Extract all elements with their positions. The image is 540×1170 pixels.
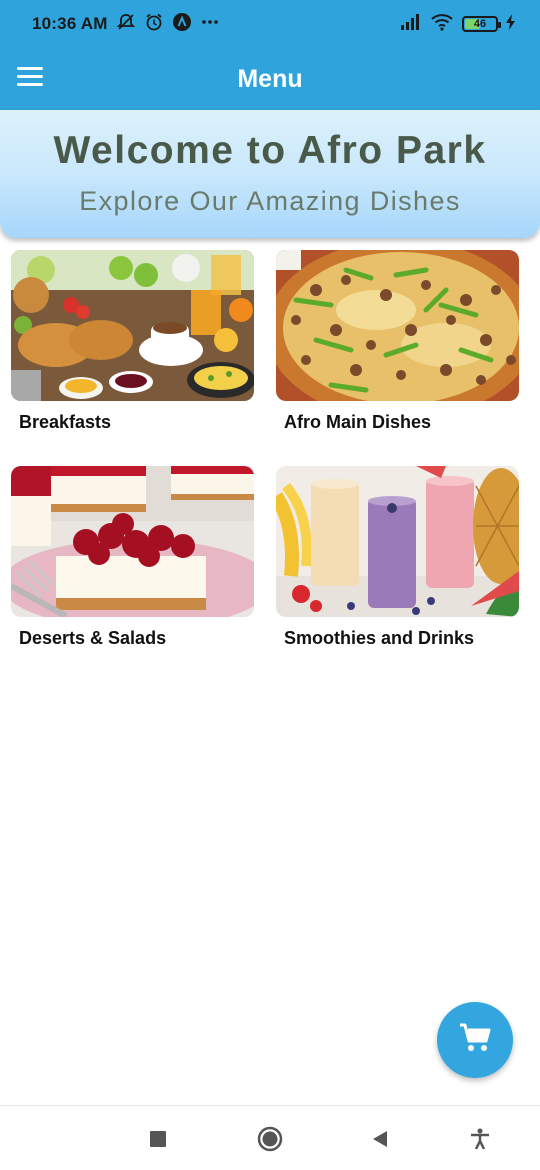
app-a-icon [172,12,192,37]
welcome-title: Welcome to Afro Park [53,129,487,172]
status-time: 10:36 AM [32,14,108,33]
cheesecake-image [11,466,254,617]
more-icon [200,12,220,37]
welcome-banner: Welcome to Afro Park Explore Our Amazing… [0,110,540,238]
category-card-afro-main-dishes[interactable]: Afro Main Dishes [276,250,519,433]
battery-icon: 46 [462,16,501,32]
welcome-subtitle: Explore Our Amazing Dishes [79,186,461,216]
battery-percent: 46 [473,18,487,30]
app-bar: Menu [0,48,540,110]
recent-apps-icon[interactable] [143,1124,173,1154]
category-label: Breakfasts [19,412,112,432]
home-icon[interactable] [255,1124,285,1154]
charging-icon [506,13,516,35]
status-left: 10:36 AM [32,12,220,37]
category-card-deserts-salads[interactable]: Deserts & Salads [11,466,254,649]
category-label: Afro Main Dishes [284,412,432,432]
hamburger-menu-icon[interactable] [17,67,43,87]
category-label: Deserts & Salads [19,628,167,648]
system-nav-bar [0,1105,540,1170]
status-right: 46 [400,13,516,36]
shopping-cart-icon [459,1023,491,1058]
back-icon[interactable] [365,1124,395,1154]
breakfast-image [11,250,254,401]
accessibility-icon[interactable] [465,1124,495,1154]
alarm-icon [144,12,164,37]
category-label: Smoothies and Drinks [284,628,475,648]
page-title: Menu [237,64,303,93]
cart-fab-button[interactable] [437,1002,513,1078]
status-bar: 10:36 AM 46 [0,0,540,48]
smoothies-image [276,466,519,617]
wifi-icon [430,13,454,36]
signal-icon [400,13,422,36]
category-card-smoothies-drinks[interactable]: Smoothies and Drinks [276,466,519,649]
notifications-off-icon [116,12,136,37]
category-card-breakfasts[interactable]: Breakfasts [11,250,254,433]
pizza-image [276,250,519,401]
